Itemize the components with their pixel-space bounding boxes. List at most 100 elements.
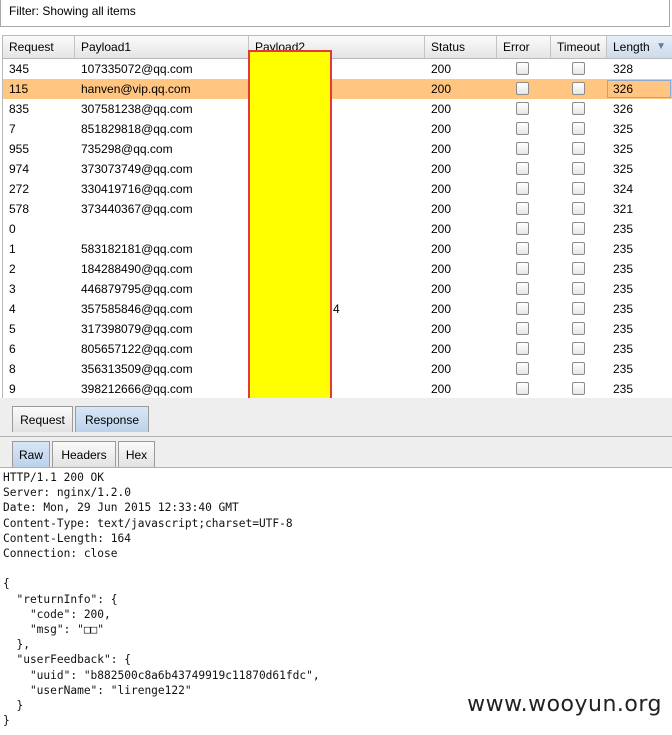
cell-request: 835 [9, 102, 30, 116]
timeout-checkbox[interactable] [572, 202, 585, 215]
error-checkbox[interactable] [516, 342, 529, 355]
table-row[interactable]: 4 357585846@qq.com 4 200 235 [3, 299, 672, 319]
error-checkbox[interactable] [516, 142, 529, 155]
timeout-checkbox[interactable] [572, 122, 585, 135]
response-line [3, 561, 663, 576]
timeout-checkbox[interactable] [572, 82, 585, 95]
cell-length: 235 [613, 222, 634, 236]
timeout-checkbox[interactable] [572, 162, 585, 175]
results-table: Request Payload1 Payload2 Status Error T… [2, 35, 672, 400]
error-checkbox[interactable] [516, 82, 529, 95]
timeout-checkbox[interactable] [572, 302, 585, 315]
error-checkbox[interactable] [516, 242, 529, 255]
response-line: { [3, 577, 10, 591]
column-error[interactable]: Error [497, 36, 551, 58]
error-checkbox[interactable] [516, 102, 529, 115]
timeout-checkbox[interactable] [572, 282, 585, 295]
cell-length: 325 [613, 162, 634, 176]
cell-status: 200 [431, 262, 452, 276]
cell-payload1: 330419716@qq.com [81, 182, 193, 196]
table-row[interactable]: 2 184288490@qq.com 200 235 [3, 259, 672, 279]
column-status[interactable]: Status [425, 36, 497, 58]
error-checkbox[interactable] [516, 222, 529, 235]
cell-payload1: 735298@qq.com [81, 142, 173, 156]
cell-payload1: 317398079@qq.com [81, 322, 193, 336]
cell-length: 325 [613, 142, 634, 156]
table-row[interactable]: 3 446879795@qq.com 200 235 [3, 279, 672, 299]
tab-response[interactable]: Response [75, 406, 149, 432]
error-checkbox[interactable] [516, 162, 529, 175]
table-row[interactable]: 9 398212666@qq.com 200 235 [3, 379, 672, 399]
table-row[interactable]: 7 851829818@qq.com 200 325 [3, 119, 672, 139]
cell-request: 272 [9, 182, 30, 196]
cell-payload1 [75, 219, 81, 239]
error-checkbox[interactable] [516, 362, 529, 375]
error-checkbox[interactable] [516, 62, 529, 75]
timeout-checkbox[interactable] [572, 222, 585, 235]
cell-status: 200 [431, 142, 452, 156]
filter-bar[interactable]: Filter: Showing all items [0, 0, 670, 27]
table-row[interactable]: 5 317398079@qq.com 200 235 [3, 319, 672, 339]
tab-headers[interactable]: Headers [52, 441, 116, 467]
error-checkbox[interactable] [516, 302, 529, 315]
cell-length: 235 [613, 382, 634, 396]
cell-status: 200 [431, 242, 452, 256]
error-checkbox[interactable] [516, 122, 529, 135]
cell-length: 235 [613, 322, 634, 336]
timeout-checkbox[interactable] [572, 62, 585, 75]
timeout-checkbox[interactable] [572, 242, 585, 255]
view-tabs: Raw Headers Hex [0, 437, 672, 468]
cell-status: 200 [431, 122, 452, 136]
cell-request: 1 [9, 242, 16, 256]
table-row[interactable]: 345 107335072@qq.com 200 328 [3, 59, 672, 79]
cell-status: 200 [431, 382, 452, 396]
error-checkbox[interactable] [516, 262, 529, 275]
cell-payload1: 307581238@qq.com [81, 102, 193, 116]
timeout-checkbox[interactable] [572, 262, 585, 275]
column-length[interactable]: Length ▼ [607, 36, 672, 58]
column-request[interactable]: Request [3, 36, 75, 58]
timeout-checkbox[interactable] [572, 182, 585, 195]
cell-length: 235 [613, 302, 634, 316]
table-row[interactable]: 1 583182181@qq.com 200 235 [3, 239, 672, 259]
cell-length: 325 [613, 122, 634, 136]
table-row[interactable]: 272 330419716@qq.com 200 324 [3, 179, 672, 199]
error-checkbox[interactable] [516, 322, 529, 335]
error-checkbox[interactable] [516, 202, 529, 215]
cell-length: 235 [613, 242, 634, 256]
error-checkbox[interactable] [516, 282, 529, 295]
cell-request: 4 [9, 302, 16, 316]
column-timeout[interactable]: Timeout [551, 36, 607, 58]
timeout-checkbox[interactable] [572, 362, 585, 375]
cell-request: 5 [9, 322, 16, 336]
table-row[interactable]: 974 373073749@qq.com 200 325 [3, 159, 672, 179]
cell-payload1: 357585846@qq.com [81, 302, 193, 316]
timeout-checkbox[interactable] [572, 322, 585, 335]
timeout-checkbox[interactable] [572, 102, 585, 115]
tab-request[interactable]: Request [12, 406, 73, 432]
table-row[interactable]: 578 373440367@qq.com 200 321 [3, 199, 672, 219]
table-row[interactable]: 6 805657122@qq.com 200 235 [3, 339, 672, 359]
table-row[interactable]: 115 hanven@vip.qq.com 200 326 [3, 79, 672, 99]
cell-request: 9 [9, 382, 16, 396]
error-checkbox[interactable] [516, 182, 529, 195]
cell-request: 0 [9, 222, 16, 236]
cell-payload1: 107335072@qq.com [81, 62, 193, 76]
column-payload1[interactable]: Payload1 [75, 36, 249, 58]
cell-payload1: 805657122@qq.com [81, 342, 193, 356]
table-row[interactable]: 0 200 235 [3, 219, 672, 239]
cell-request: 115 [9, 82, 29, 96]
tab-hex[interactable]: Hex [118, 441, 155, 467]
table-row[interactable]: 835 307581238@qq.com 200 326 [3, 99, 672, 119]
timeout-checkbox[interactable] [572, 142, 585, 155]
table-row[interactable]: 955 735298@qq.com 200 325 [3, 139, 672, 159]
tab-raw[interactable]: Raw [12, 441, 50, 467]
timeout-checkbox[interactable] [572, 382, 585, 395]
cell-status: 200 [431, 222, 452, 236]
error-checkbox[interactable] [516, 382, 529, 395]
response-line: }, [3, 638, 30, 652]
timeout-checkbox[interactable] [572, 342, 585, 355]
table-row[interactable]: 8 356313509@qq.com 200 235 [3, 359, 672, 379]
response-body[interactable]: HTTP/1.1 200 OK Server: nginx/1.2.0 Date: … [3, 470, 663, 728]
response-line: HTTP/1.1 200 OK [3, 471, 105, 484]
